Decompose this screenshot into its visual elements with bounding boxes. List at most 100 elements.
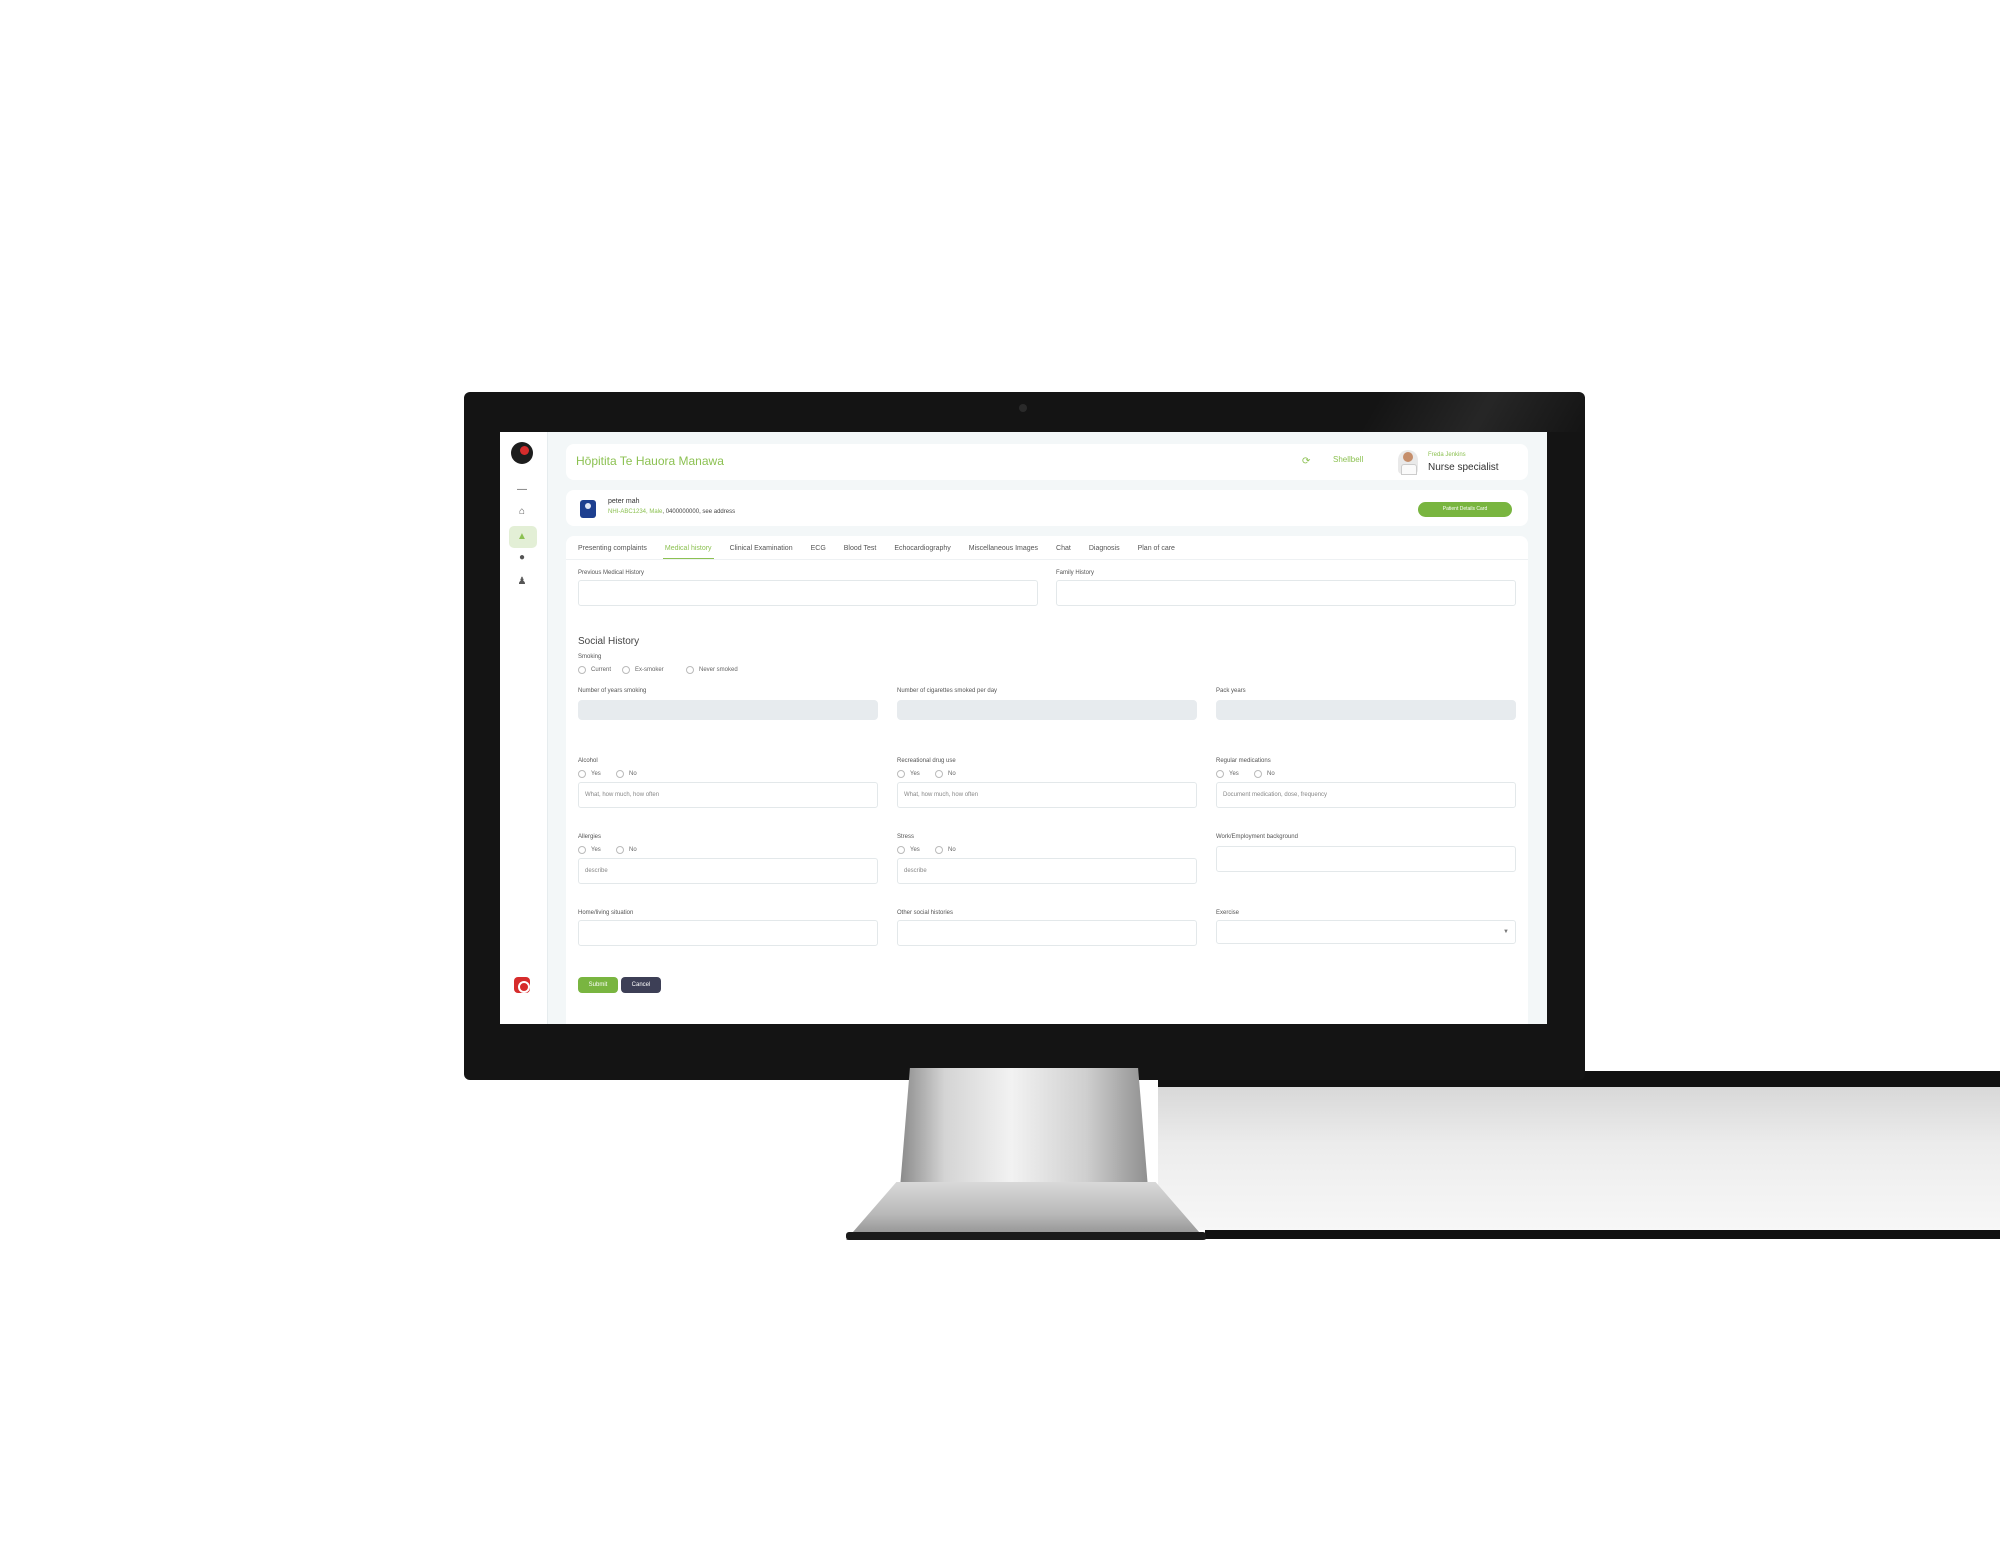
cigarettes-field[interactable] (897, 700, 1197, 720)
drug-use-label: Recreational drug use (897, 758, 956, 764)
patient-name: peter mah (608, 498, 640, 505)
medications-no-radio[interactable]: No (1254, 770, 1275, 778)
monitor-stand-edge (846, 1232, 1206, 1240)
tab-echocardiography[interactable]: Echocardiography (892, 540, 952, 560)
cancel-button[interactable]: Cancel (621, 977, 661, 993)
patient-photo (580, 500, 596, 518)
stress-label: Stress (897, 834, 915, 840)
tab-diagnosis[interactable]: Diagnosis (1087, 540, 1122, 560)
yes-label: Yes (591, 771, 601, 777)
exercise-select[interactable]: ▼ (1216, 920, 1516, 944)
allergies-label: Allergies (578, 834, 602, 840)
app-logo (511, 442, 533, 464)
home-icon[interactable]: ⌂ (516, 506, 528, 518)
medications-yes-radio[interactable]: Yes (1216, 770, 1239, 778)
smoking-current-radio[interactable]: Current (578, 666, 611, 674)
user-name: Freda Jenkins (1428, 452, 1466, 458)
user-icon[interactable]: ▲ (516, 531, 528, 543)
yes-label: Yes (910, 771, 920, 777)
stress-details-field[interactable]: describe (897, 858, 1197, 884)
drug-use-details-field[interactable]: What, how much, how often (897, 782, 1197, 808)
alcohol-placeholder: What, how much, how often (585, 792, 660, 798)
tab-clinical-examination[interactable]: Clinical Examination (728, 540, 795, 560)
tab-plan-of-care[interactable]: Plan of care (1136, 540, 1177, 560)
drugs-yes-radio[interactable]: Yes (897, 770, 920, 778)
patient-nhi: NHI-ABC1234, Male (608, 509, 663, 515)
housing-field[interactable] (578, 920, 878, 946)
tab-divider (566, 559, 1528, 560)
years-smoking-field[interactable] (578, 700, 878, 720)
stress-yes-radio[interactable]: Yes (897, 846, 920, 854)
top-header: Hōpitita Te Hauora Manawa ⟳ Shellbell Fr… (566, 444, 1528, 480)
avatar[interactable] (1398, 450, 1418, 475)
yes-label: Yes (591, 847, 601, 853)
no-label: No (948, 847, 956, 853)
drug-use-placeholder: What, how much, how often (904, 792, 979, 798)
other-social-label: Other social histories (897, 910, 954, 916)
smoking-option-label: Ex-smoker (635, 667, 664, 673)
tab-bar: Presenting complaints Medical history Cl… (576, 540, 1177, 560)
medications-label: Regular medications (1216, 758, 1271, 764)
no-label: No (629, 771, 637, 777)
stress-no-radio[interactable]: No (935, 846, 956, 854)
exercise-label: Exercise (1216, 910, 1240, 916)
medical-history-panel: Presenting complaints Medical history Cl… (566, 536, 1528, 1024)
floor-shadow-lower (1205, 1230, 2000, 1239)
medications-details-field[interactable]: Document medication, dose, frequency (1216, 782, 1516, 808)
tab-presenting-complaints[interactable]: Presenting complaints (576, 540, 649, 560)
no-label: No (1267, 771, 1275, 777)
smoking-label: Smoking (578, 654, 602, 660)
yes-label: Yes (910, 847, 920, 853)
sidebar: — ⌂ ▲ ● ♟ (500, 432, 548, 1024)
logout-icon[interactable] (514, 977, 530, 993)
allergies-yes-radio[interactable]: Yes (578, 846, 601, 854)
pack-years-field[interactable] (1216, 700, 1516, 720)
work-field[interactable] (1216, 846, 1516, 872)
header-link[interactable]: Shellbell (1333, 455, 1363, 464)
alcohol-no-radio[interactable]: No (616, 770, 637, 778)
alcohol-label: Alcohol (578, 758, 598, 764)
patient-details-button[interactable]: Patient Details Card (1418, 502, 1512, 517)
family-history-label: Family History (1056, 570, 1095, 576)
previous-medical-history-field[interactable] (578, 580, 1038, 606)
refresh-icon[interactable]: ⟳ (1302, 456, 1310, 467)
tab-blood-test[interactable]: Blood Test (842, 540, 879, 560)
tab-miscellaneous-images[interactable]: Miscellaneous Images (967, 540, 1040, 560)
patient-meta: NHI-ABC1234, Male, 0400000000, see addre… (608, 509, 735, 515)
work-label: Work/Employment background (1216, 834, 1298, 840)
bezel-gloss (1325, 392, 1585, 432)
person-icon[interactable]: ♟ (516, 576, 528, 588)
drugs-no-radio[interactable]: No (935, 770, 956, 778)
cigarettes-label: Number of cigarettes smoked per day (897, 688, 998, 694)
allergies-no-radio[interactable]: No (616, 846, 637, 854)
smoking-never-radio[interactable]: Never smoked (686, 666, 738, 674)
floor-shadow-gradient (1158, 1087, 2000, 1230)
no-label: No (629, 847, 637, 853)
previous-medical-history-label: Previous Medical History (578, 570, 645, 576)
alcohol-yes-radio[interactable]: Yes (578, 770, 601, 778)
tab-medical-history[interactable]: Medical history (662, 540, 714, 560)
social-history-title: Social History (578, 636, 640, 647)
hospital-title: Hōpitita Te Hauora Manawa (576, 454, 724, 468)
family-history-field[interactable] (1056, 580, 1516, 606)
submit-button[interactable]: Submit (578, 977, 618, 993)
smoking-ex-radio[interactable]: Ex-smoker (622, 666, 664, 674)
app-screen: — ⌂ ▲ ● ♟ Hōpitita Te Hauora Manawa ⟳ Sh… (500, 432, 1547, 1024)
other-social-field[interactable] (897, 920, 1197, 946)
user-role: Nurse specialist (1428, 462, 1499, 473)
monitor-stand-neck (900, 1068, 1148, 1188)
years-smoking-label: Number of years smoking (578, 688, 647, 694)
allergies-details-field[interactable]: describe (578, 858, 878, 884)
medications-placeholder: Document medication, dose, frequency (1223, 792, 1328, 798)
patient-bar: peter mah NHI-ABC1234, Male, 0400000000,… (566, 490, 1528, 526)
tab-ecg[interactable]: ECG (809, 540, 828, 560)
allergies-placeholder: describe (585, 868, 608, 874)
tab-chat[interactable]: Chat (1054, 540, 1073, 560)
yes-label: Yes (1229, 771, 1239, 777)
chevron-down-icon: ▼ (1503, 929, 1509, 935)
menu-icon[interactable]: — (516, 484, 528, 496)
smoking-option-label: Current (591, 667, 612, 673)
alcohol-details-field[interactable]: What, how much, how often (578, 782, 878, 808)
housing-label: Home/living situation (578, 910, 634, 916)
chat-icon[interactable]: ● (516, 552, 528, 564)
